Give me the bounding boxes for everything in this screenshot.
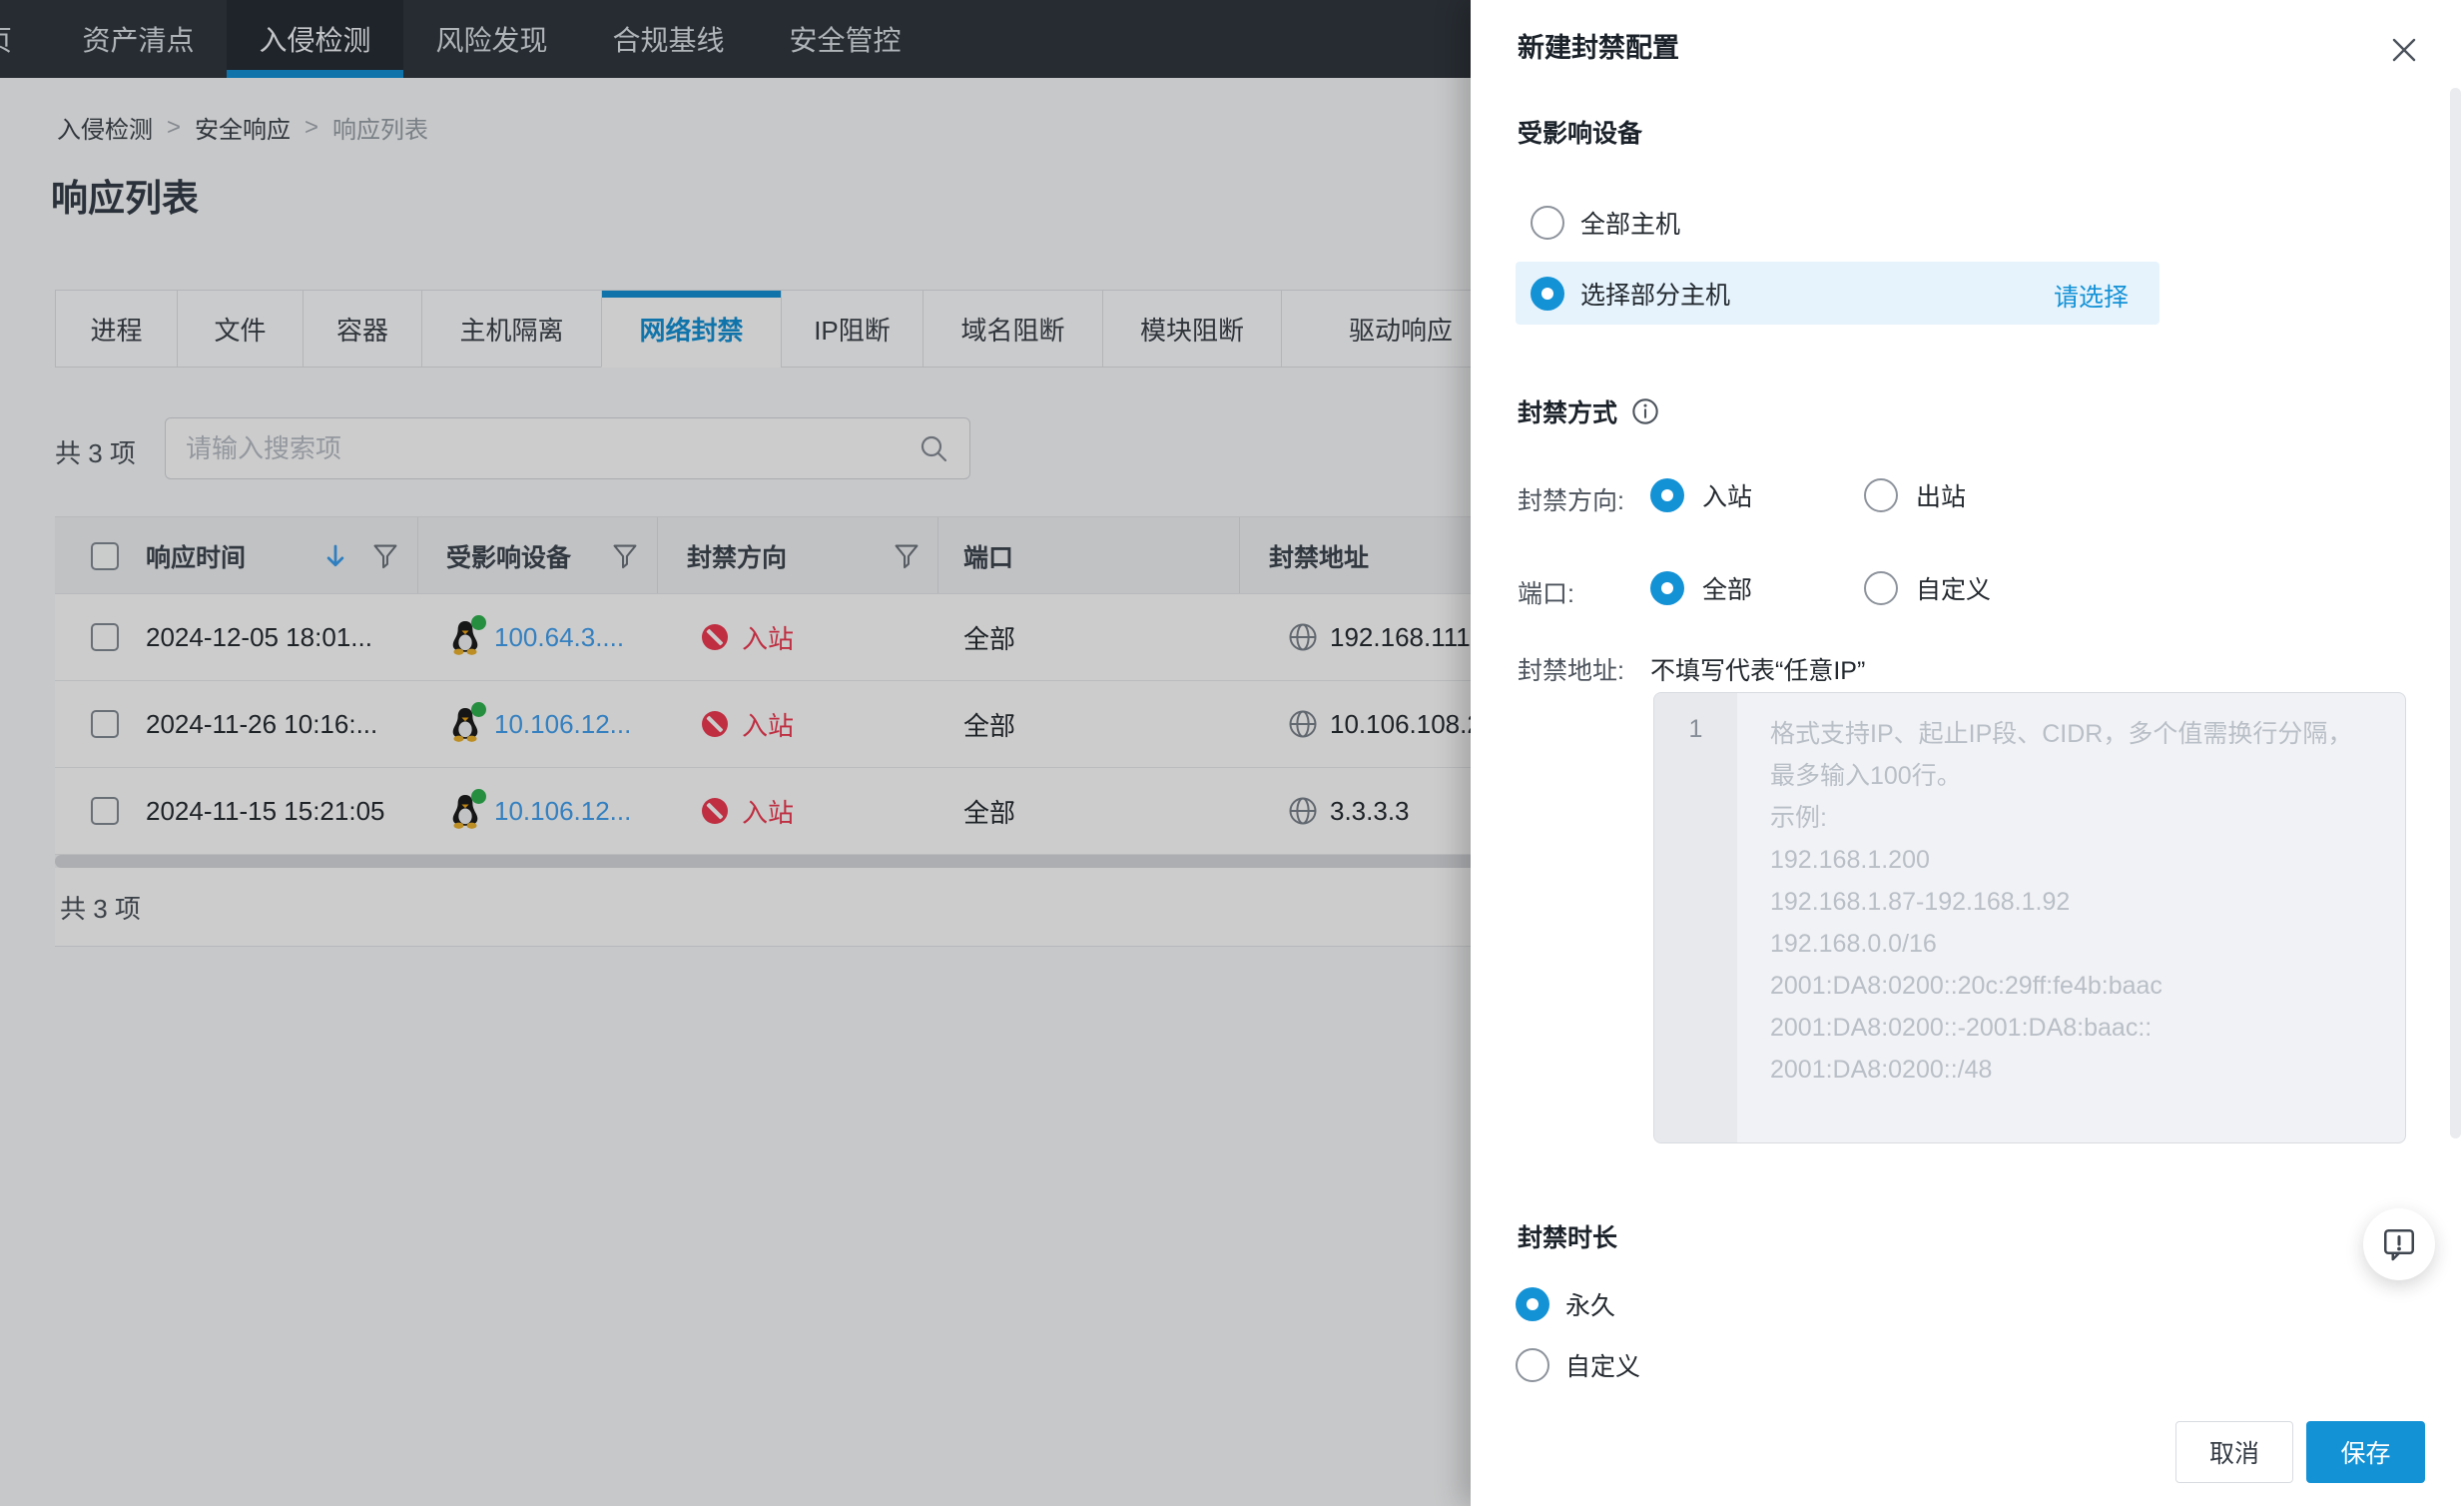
field-label-direction: 封禁方向: — [1518, 487, 1624, 515]
radio-outbound[interactable] — [1864, 478, 1899, 512]
port-options: 全部 自定义 — [1650, 570, 1991, 606]
radio-permanent[interactable] — [1516, 1287, 1549, 1321]
info-icon[interactable] — [1631, 397, 1659, 425]
option-custom-duration: 自定义 — [1516, 1347, 1640, 1383]
block-address-textarea[interactable]: 1 格式支持IP、起止IP段、CIDR，多个值需换行分隔，最多输入100行。 示… — [1653, 692, 2406, 1143]
drawer-scrollbar-thumb[interactable] — [2450, 88, 2461, 1138]
cancel-button[interactable]: 取消 — [2175, 1421, 2293, 1483]
direction-options: 入站 出站 — [1650, 477, 1966, 513]
option-label: 出站 — [1916, 483, 1967, 511]
option-permanent: 永久 — [1516, 1286, 1615, 1322]
field-label-port: 端口: — [1518, 580, 1574, 608]
save-button[interactable]: 保存 — [2306, 1421, 2425, 1483]
close-icon[interactable] — [2384, 30, 2424, 70]
drawer-title: 新建封禁配置 — [1518, 33, 1679, 63]
option-label: 入站 — [1702, 483, 1753, 511]
address-hint: 不填写代表“任意IP” — [1650, 657, 1866, 685]
section-heading-block-method: 封禁方式 — [1518, 393, 1659, 429]
choose-hosts-link[interactable]: 请选择 — [2054, 278, 2129, 314]
radio-port-all[interactable] — [1650, 571, 1684, 605]
drawer-overlay[interactable] — [0, 0, 1471, 1506]
field-label-address: 封禁地址: — [1518, 657, 1624, 685]
radio-port-custom[interactable] — [1864, 571, 1899, 605]
option-select-hosts: 选择部分主机 — [1531, 276, 1730, 312]
option-label: 自定义 — [1916, 576, 1992, 604]
line-number-gutter — [1654, 693, 1737, 1142]
radio-custom-duration[interactable] — [1516, 1348, 1549, 1382]
app-root: 页 资产清点入侵检测风险发现合规基线安全管控 入侵检测 > 安全响应 > 响应列… — [0, 0, 2464, 1506]
option-label: 全部主机 — [1580, 211, 1681, 239]
section-heading-devices: 受影响设备 — [1518, 120, 1643, 148]
radio-inbound[interactable] — [1650, 478, 1684, 512]
option-label: 自定义 — [1565, 1353, 1641, 1381]
line-number: 1 — [1688, 715, 1703, 743]
section-heading-duration: 封禁时长 — [1518, 1224, 1618, 1252]
drawer-new-block-config: 新建封禁配置 受影响设备 全部主机 选择部分主机 请选择 封禁方式 封禁方向: … — [1471, 0, 2464, 1506]
option-label: 永久 — [1565, 1292, 1616, 1320]
feedback-button[interactable] — [2363, 1208, 2435, 1280]
option-label: 选择部分主机 — [1580, 282, 1731, 310]
option-all-hosts: 全部主机 — [1531, 205, 1680, 241]
radio-select-hosts[interactable] — [1531, 277, 1564, 311]
option-label: 全部 — [1702, 576, 1753, 604]
textarea-placeholder: 格式支持IP、起止IP段、CIDR，多个值需换行分隔，最多输入100行。 示例:… — [1770, 720, 2353, 1084]
radio-all-hosts[interactable] — [1531, 206, 1564, 240]
